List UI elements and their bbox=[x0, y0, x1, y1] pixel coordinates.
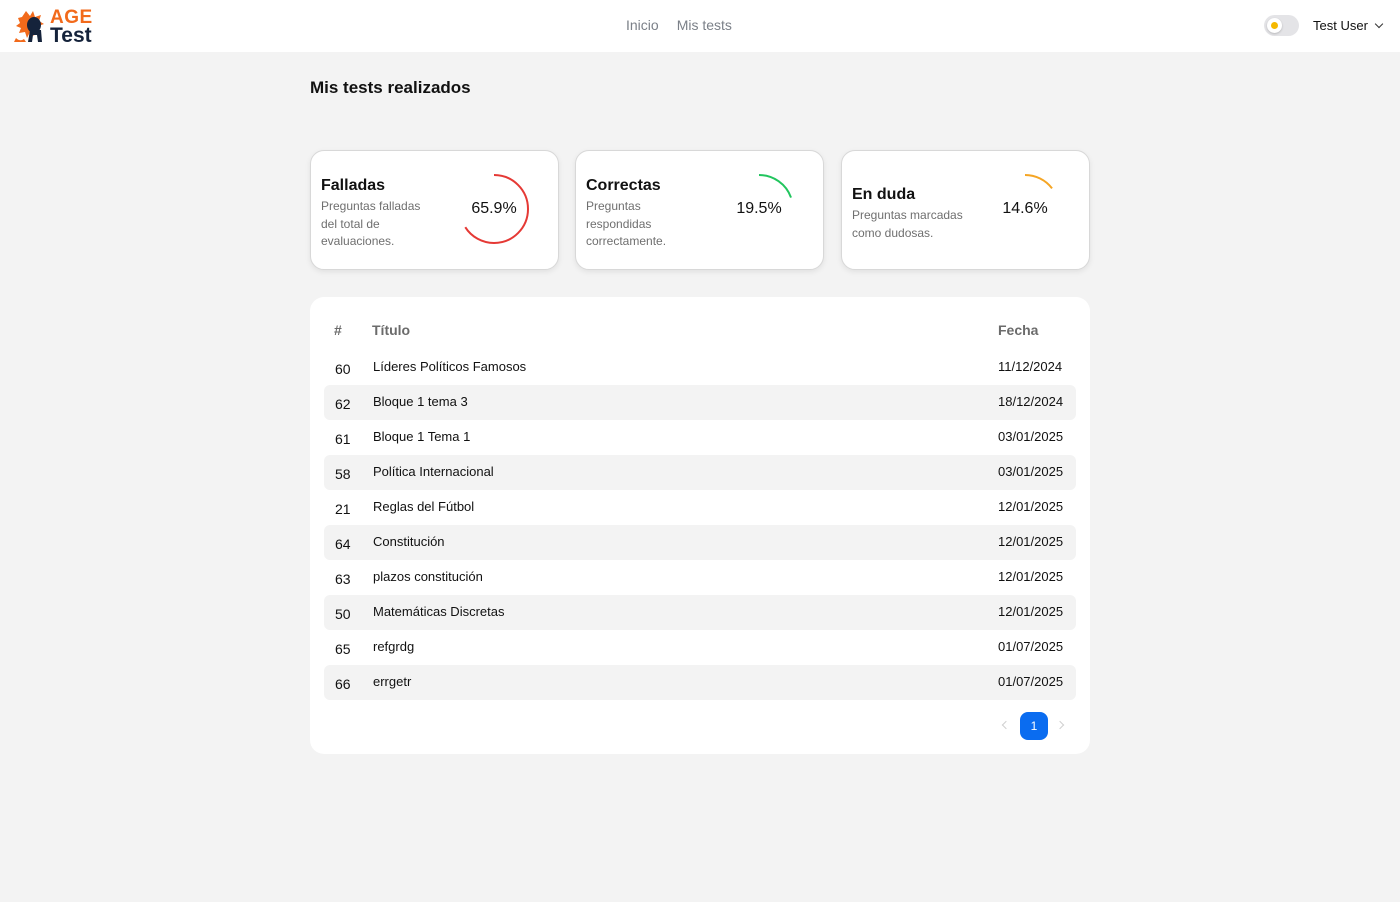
row-number: 61 bbox=[335, 431, 351, 447]
pagination: 1 bbox=[1000, 712, 1070, 740]
row-number: 66 bbox=[335, 676, 351, 692]
stat-card-en-duda: En duda Preguntas marcadas como dudosas.… bbox=[841, 150, 1090, 270]
stat-percent: 65.9% bbox=[471, 200, 517, 217]
row-title: Política Internacional bbox=[373, 464, 494, 479]
stat-card-title: En duda bbox=[852, 186, 916, 203]
toggle-knob bbox=[1267, 18, 1282, 33]
row-date: 12/01/2025 bbox=[998, 534, 1064, 549]
row-title: Bloque 1 tema 3 bbox=[373, 394, 468, 409]
stat-percent: 14.6% bbox=[1002, 200, 1048, 217]
sun-icon bbox=[1271, 22, 1278, 29]
table-row[interactable]: 58 Política Internacional 03/01/2025 bbox=[324, 455, 1076, 490]
row-number: 63 bbox=[335, 571, 351, 587]
table-row[interactable]: 65 refgrdg 01/07/2025 bbox=[324, 630, 1076, 665]
stat-card-correctas: Correctas Preguntas respondidas correcta… bbox=[575, 150, 824, 270]
row-title: Reglas del Fútbol bbox=[373, 499, 475, 514]
brand-name-line2: Test bbox=[50, 24, 92, 47]
stat-card-title: Falladas bbox=[321, 177, 386, 194]
row-date: 12/01/2025 bbox=[998, 604, 1064, 619]
row-number: 65 bbox=[335, 641, 351, 657]
row-title: Constitución bbox=[373, 534, 445, 549]
theme-toggle[interactable] bbox=[1264, 15, 1299, 36]
main-nav: Inicio Mis tests bbox=[626, 17, 732, 33]
stat-card-description: Preguntas respondidas correctamente. bbox=[586, 199, 667, 248]
page-title: Mis tests realizados bbox=[310, 78, 471, 97]
stat-card-description: Preguntas falladas del total de evaluaci… bbox=[321, 199, 421, 248]
table-row[interactable]: 64 Constitución 12/01/2025 bbox=[324, 525, 1076, 560]
table-row[interactable]: 60 Líderes Políticos Famosos 11/12/2024 bbox=[324, 350, 1076, 385]
stat-card-falladas: Falladas Preguntas falladas del total de… bbox=[310, 150, 559, 270]
brand-logo[interactable]: AGE Test bbox=[12, 8, 96, 46]
row-number: 62 bbox=[335, 396, 351, 412]
page-button-current[interactable]: 1 bbox=[1020, 712, 1048, 740]
table-row[interactable]: 50 Matemáticas Discretas 12/01/2025 bbox=[324, 595, 1076, 630]
tests-table: # Título Fecha 60 Líderes Políticos Famo… bbox=[310, 297, 1090, 754]
row-title: Matemáticas Discretas bbox=[373, 604, 505, 619]
stat-card-description: Preguntas marcadas como dudosas. bbox=[852, 208, 963, 240]
nav-link-mis-tests[interactable]: Mis tests bbox=[677, 17, 732, 33]
row-date: 11/12/2024 bbox=[998, 359, 1063, 374]
stat-percent: 19.5% bbox=[736, 200, 782, 217]
chevron-right-icon[interactable] bbox=[1055, 720, 1065, 730]
row-date: 18/12/2024 bbox=[998, 394, 1064, 409]
nav-link-inicio[interactable]: Inicio bbox=[626, 17, 659, 33]
row-title: errgetr bbox=[373, 674, 412, 689]
user-name: Test User bbox=[1313, 18, 1368, 33]
row-title: Líderes Políticos Famosos bbox=[373, 359, 527, 374]
row-number: 50 bbox=[335, 606, 351, 622]
row-number: 64 bbox=[335, 536, 351, 552]
row-date: 01/07/2025 bbox=[998, 674, 1064, 689]
column-header-title: Título bbox=[372, 322, 411, 338]
row-date: 12/01/2025 bbox=[998, 569, 1064, 584]
column-header-num: # bbox=[334, 322, 342, 338]
row-date: 03/01/2025 bbox=[998, 464, 1064, 479]
row-title: refgrdg bbox=[373, 639, 415, 654]
lion-logo-icon bbox=[14, 11, 44, 42]
row-date: 12/01/2025 bbox=[998, 499, 1064, 514]
table-row[interactable]: 21 Reglas del Fútbol 12/01/2025 bbox=[324, 490, 1076, 525]
row-number: 21 bbox=[335, 501, 351, 517]
row-number: 60 bbox=[335, 361, 351, 377]
row-date: 03/01/2025 bbox=[998, 429, 1064, 444]
table-row[interactable]: 63 plazos constitución 12/01/2025 bbox=[324, 560, 1076, 595]
row-title: plazos constitución bbox=[373, 569, 483, 584]
chevron-left-icon[interactable] bbox=[1001, 720, 1011, 730]
row-date: 01/07/2025 bbox=[998, 639, 1064, 654]
chevron-down-icon bbox=[1374, 19, 1384, 29]
table-row[interactable]: 61 Bloque 1 Tema 1 03/01/2025 bbox=[324, 420, 1076, 455]
table-row[interactable]: 66 errgetr 01/07/2025 bbox=[324, 665, 1076, 700]
table-row[interactable]: 62 Bloque 1 tema 3 18/12/2024 bbox=[324, 385, 1076, 420]
column-header-date: Fecha bbox=[998, 322, 1039, 338]
row-title: Bloque 1 Tema 1 bbox=[373, 429, 471, 444]
user-menu[interactable]: Test User bbox=[1313, 18, 1384, 33]
navbar: AGE Test Inicio Mis tests Test User bbox=[0, 0, 1400, 52]
row-number: 58 bbox=[335, 466, 351, 482]
stat-card-title: Correctas bbox=[586, 177, 661, 194]
